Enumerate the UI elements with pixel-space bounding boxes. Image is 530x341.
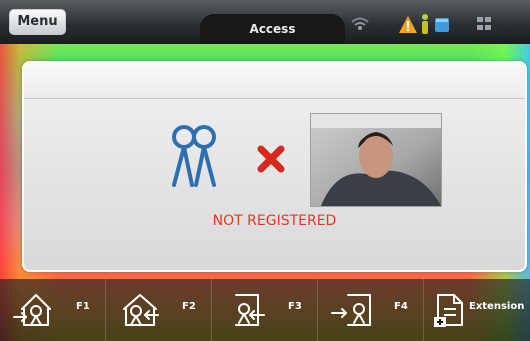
f2-label: F2	[182, 301, 196, 312]
f3-button[interactable]: F3	[212, 279, 317, 341]
top-bar: Menu Access	[0, 0, 530, 44]
access-panel: NOT REGISTERED	[22, 61, 527, 272]
network-icon	[477, 17, 491, 30]
extension-button[interactable]: Extension	[424, 279, 530, 341]
warning-icon	[399, 16, 417, 33]
users-icon	[172, 125, 216, 187]
f1-label: F1	[76, 301, 90, 312]
extension-label: Extension	[469, 301, 525, 312]
f2-button[interactable]: F2	[106, 279, 211, 341]
f3-label: F3	[288, 301, 302, 312]
page-title: Access	[200, 14, 345, 44]
f4-label: F4	[394, 301, 408, 312]
function-key-bar: F1 F2 F3 F4 Extension	[0, 279, 530, 341]
menu-button[interactable]: Menu	[9, 9, 66, 35]
camera-photo	[310, 113, 442, 207]
error-x-icon	[257, 145, 285, 173]
wifi-icon	[351, 17, 369, 30]
screen: Menu Access NOT REGISTERED F1 F2 F3 F4 E…	[0, 0, 530, 341]
person-icon	[422, 14, 428, 34]
device-icon	[435, 18, 449, 32]
person-photo	[311, 114, 441, 206]
f4-button[interactable]: F4	[318, 279, 423, 341]
entry-icon	[13, 294, 51, 326]
home-return-icon	[123, 294, 159, 326]
entry-icon	[331, 294, 371, 326]
exit-icon	[235, 294, 265, 326]
registration-status: NOT REGISTERED	[212, 213, 337, 229]
panel-header	[24, 63, 525, 99]
f1-button[interactable]: F1	[0, 279, 105, 341]
add-document-icon	[434, 294, 463, 327]
